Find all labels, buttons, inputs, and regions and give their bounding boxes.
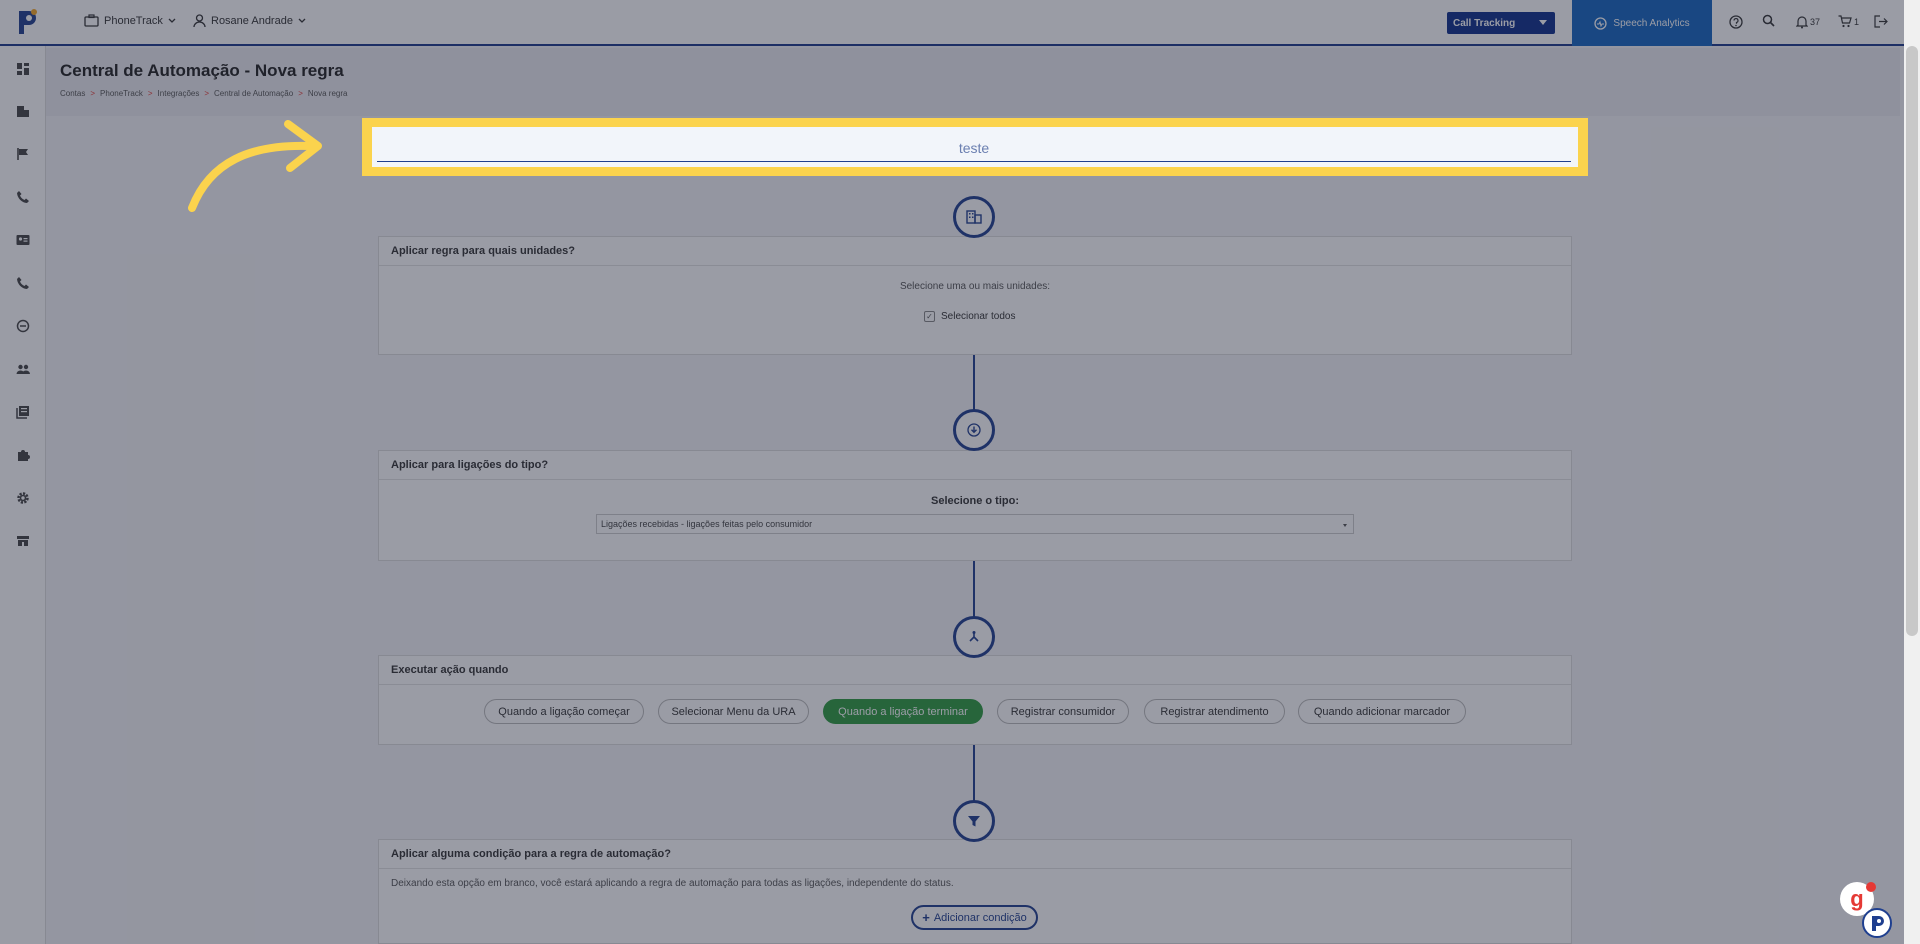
rule-name-input[interactable] (377, 134, 1571, 162)
pointer-arrow-icon (188, 120, 322, 212)
support-chat-button[interactable] (1862, 908, 1892, 938)
scrollbar-thumb[interactable] (1906, 46, 1918, 636)
guide-widget-icon: g (1850, 886, 1864, 911)
notification-dot (1866, 882, 1876, 892)
phonetrack-chat-icon (1872, 916, 1884, 931)
